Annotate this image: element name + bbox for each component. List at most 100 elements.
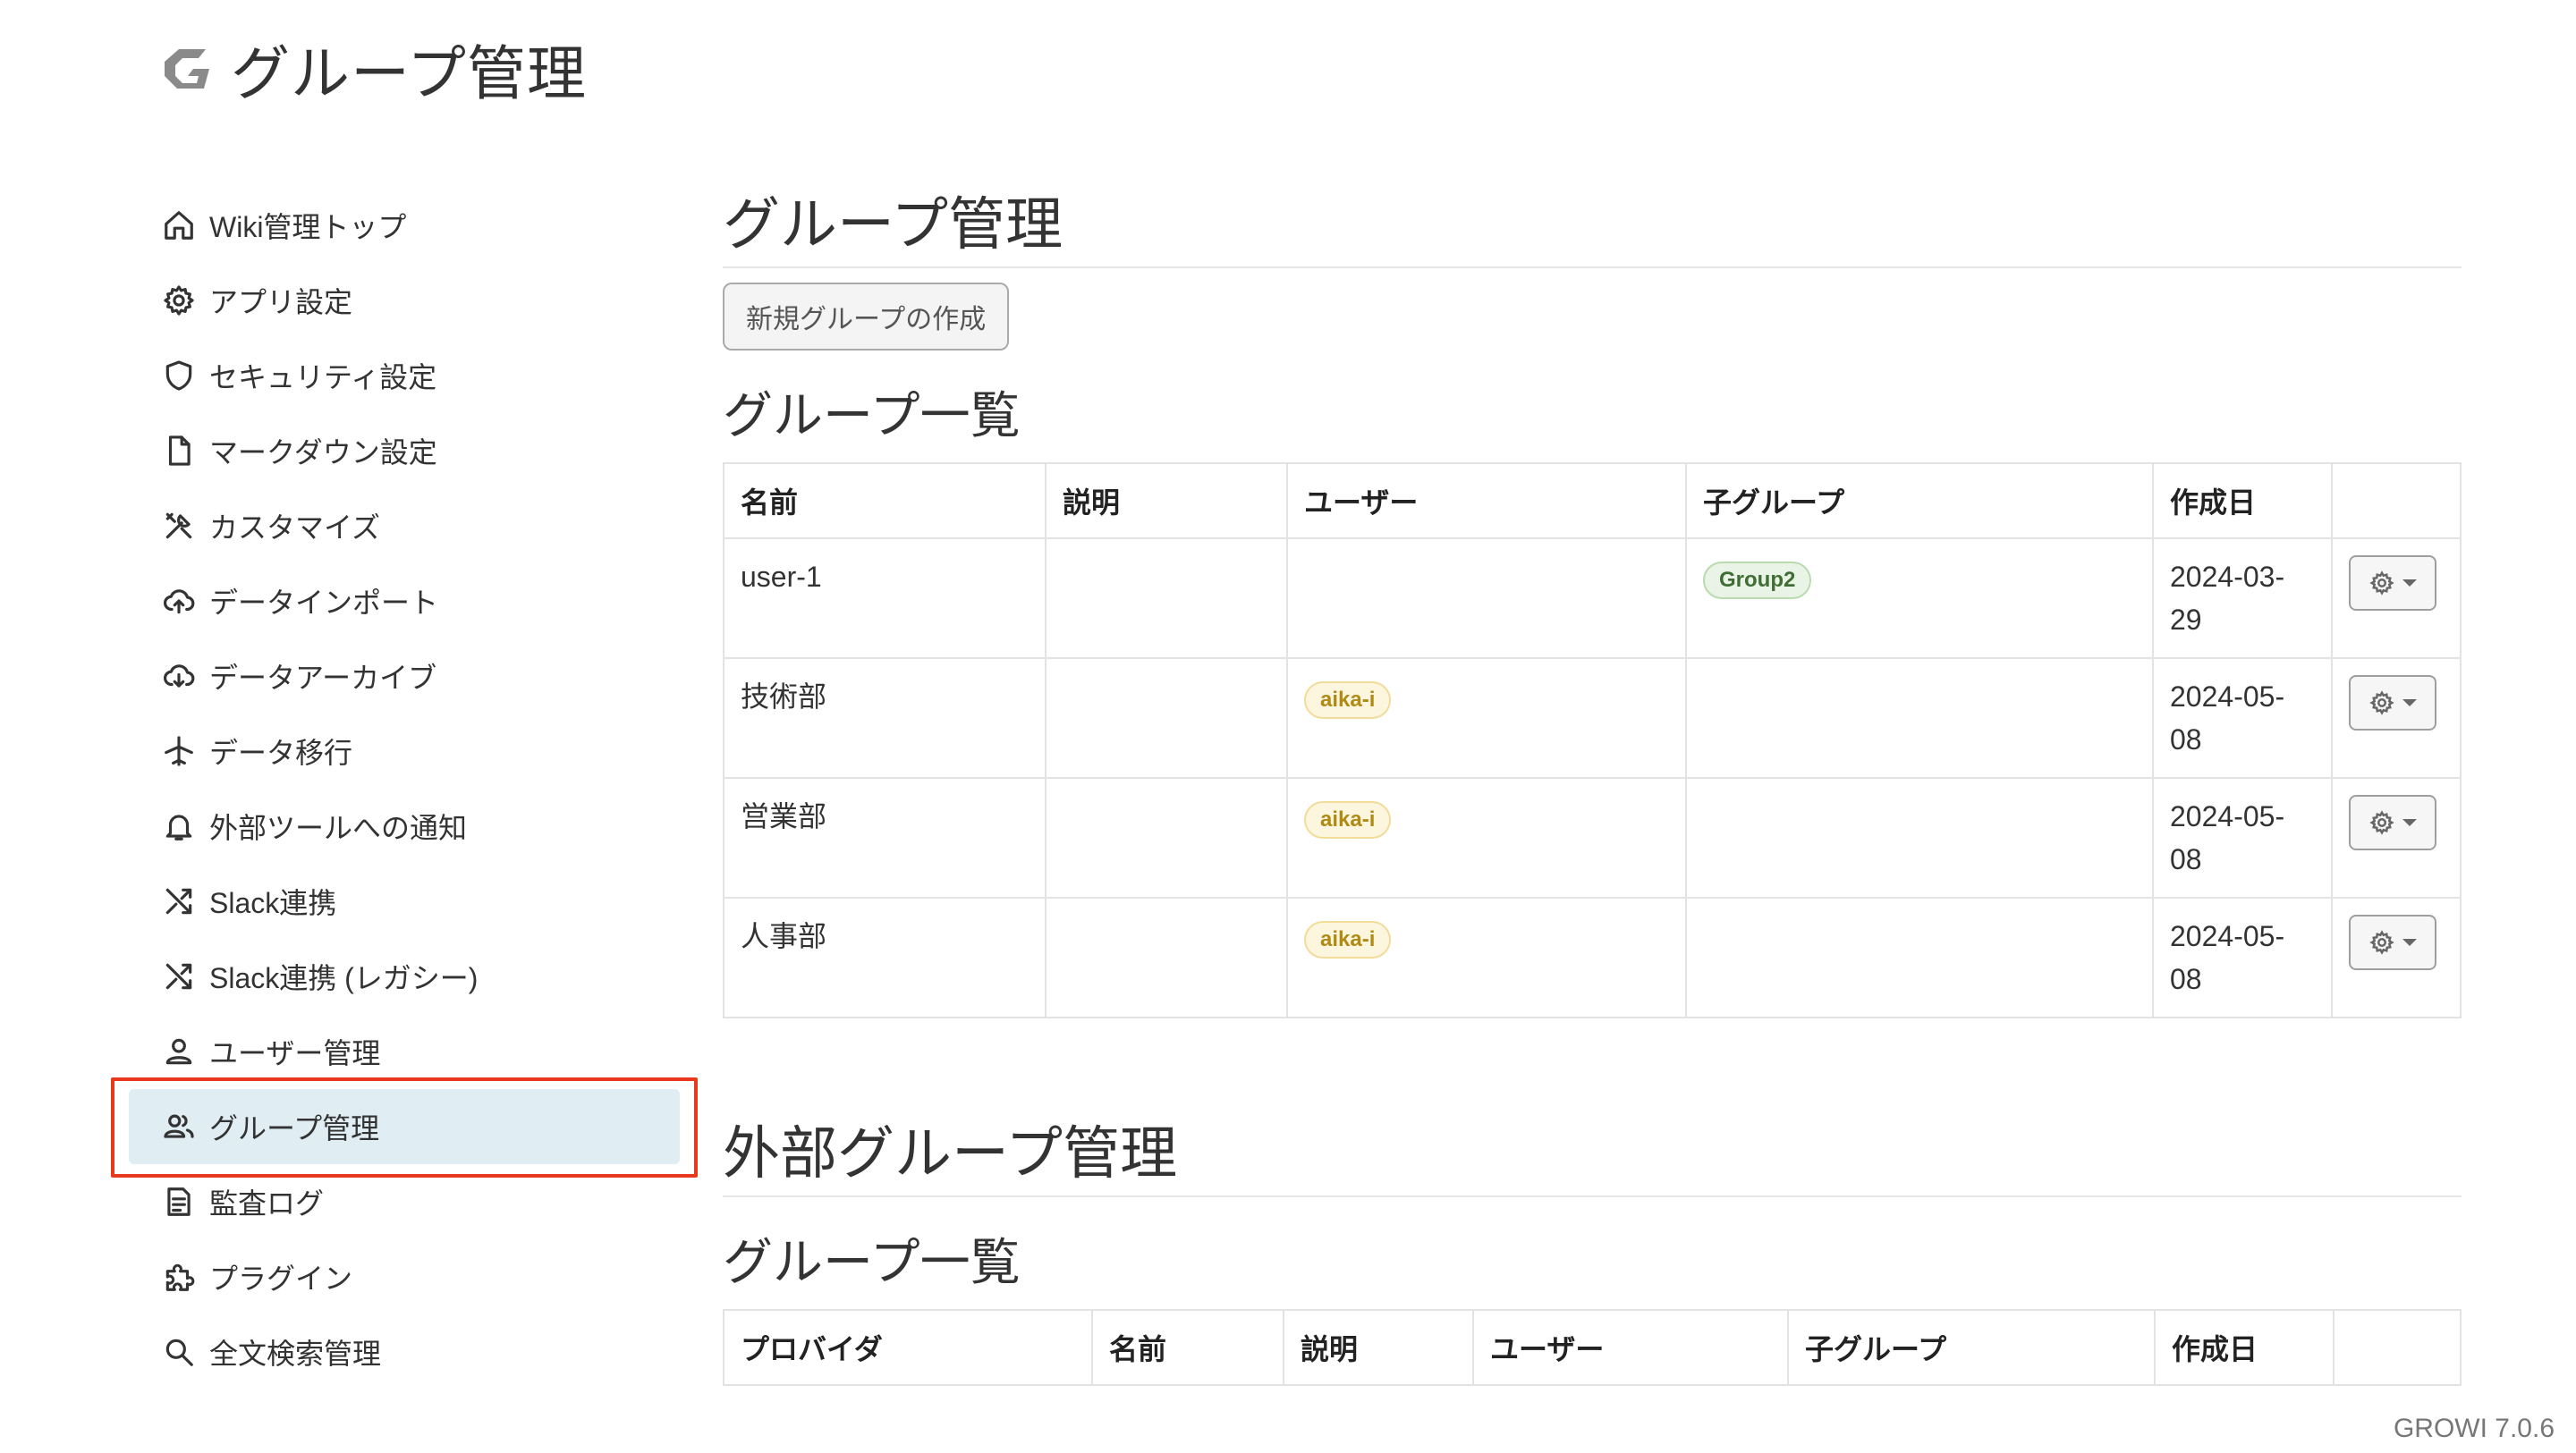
sidebar-item-label: カスタマイズ [209,511,381,544]
group-actions [2331,537,2462,659]
sidebar-item-label: データインポート [209,587,439,619]
shuffle-icon [161,883,197,919]
sidebar-item-label: ユーザー管理 [209,1037,381,1069]
caret-down-icon [2402,819,2417,826]
user-badge[interactable]: aika-i [1304,681,1392,719]
column-header-actions [2333,1309,2462,1386]
sidebar-item-wiki-top[interactable]: Wiki管理トップ [129,188,680,263]
external-group-list-title: グループ一覧 [723,1234,1021,1290]
shield-icon [161,358,197,393]
sidebar-item-label: 監査ログ [209,1187,325,1220]
group-name: 営業部 [723,777,1046,899]
table-row: 人事部 aika-i 2024-05- 08 [723,897,2462,1018]
sidebar-item-label: 外部ツールへの通知 [209,812,468,844]
sidebar-item-label: アプリ設定 [209,286,353,318]
child-group-badge[interactable]: Group2 [1703,562,1812,599]
table-header-row: プロバイダ 名前 説明 ユーザー 子グループ 作成日 [723,1309,2462,1386]
column-header-description: 説明 [1283,1309,1474,1386]
table-row: 技術部 aika-i 2024-05- 08 [723,657,2462,779]
group-description [1045,897,1288,1018]
group-users: aika-i [1286,777,1687,899]
sidebar-item-search-management[interactable]: 全文検索管理 [129,1314,680,1390]
group-settings-dropdown-button[interactable] [2349,915,2436,970]
sidebar-item-user-management[interactable]: ユーザー管理 [129,1014,680,1089]
sidebar-item-label: グループ管理 [209,1112,380,1145]
sidebar-item-label: Wiki管理トップ [209,211,407,243]
group-list-title: グループ一覧 [723,387,1021,444]
sidebar-item-label: プラグイン [209,1263,353,1295]
person-icon [161,1034,197,1069]
sidebar-item-security[interactable]: セキュリティ設定 [129,338,680,413]
column-header-created: 作成日 [2152,462,2333,539]
group-actions [2331,777,2462,899]
sidebar-item-audit-log[interactable]: 監査ログ [129,1164,680,1239]
sidebar-item-data-import[interactable]: データインポート [129,563,680,638]
sidebar-item-plugins[interactable]: プラグイン [129,1239,680,1314]
column-header-child-groups: 子グループ [1685,462,2154,539]
column-header-provider: プロバイダ [723,1309,1093,1386]
sidebar-item-notification[interactable]: 外部ツールへの通知 [129,789,680,864]
column-header-child-groups: 子グループ [1787,1309,2156,1386]
sidebar-item-label: 全文検索管理 [209,1338,382,1370]
group-table: 名前 説明 ユーザー 子グループ 作成日 user-1 Group2 2024-… [723,462,2462,1018]
file-icon [161,433,197,469]
bell-icon [161,808,197,844]
table-row: user-1 Group2 2024-03- 29 [723,537,2462,659]
sidebar-item-label: セキュリティ設定 [209,361,437,393]
sidebar-item-slack[interactable]: Slack連携 [129,864,680,939]
cloud-download-icon [161,658,197,694]
shuffle-icon [161,959,197,994]
sidebar-item-label: マークダウン設定 [209,436,437,469]
sidebar-item-label: Slack連携 (レガシー) [209,962,479,994]
sidebar-item-customize[interactable]: カスタマイズ [129,488,680,563]
sidebar-item-group-management[interactable]: グループ管理 [129,1089,680,1164]
sidebar-item-label: データアーカイブ [209,662,437,694]
growi-logo-icon [165,49,209,89]
home-icon [161,207,197,243]
app-title: グループ管理 [231,40,588,106]
column-header-description: 説明 [1045,462,1288,539]
column-header-users: ユーザー [1286,462,1687,539]
sidebar-item-slack-legacy[interactable]: Slack連携 (レガシー) [129,939,680,1014]
column-header-name: 名前 [1091,1309,1284,1386]
caret-down-icon [2402,579,2417,587]
group-created-date: 2024-05- 08 [2152,657,2333,779]
caret-down-icon [2402,939,2417,946]
gear-icon [2369,690,2394,715]
sidebar-item-markdown[interactable]: マークダウン設定 [129,413,680,488]
group-name: 人事部 [723,897,1046,1018]
sidebar-item-label: データ移行 [209,737,353,769]
sidebar-item-app-settings[interactable]: アプリ設定 [129,263,680,338]
group-name: user-1 [723,537,1046,659]
table-header-row: 名前 説明 ユーザー 子グループ 作成日 [723,462,2462,539]
tools-icon [161,508,197,544]
gear-icon [2369,930,2394,955]
group-settings-dropdown-button[interactable] [2349,795,2436,850]
group-actions [2331,897,2462,1018]
group-description [1045,777,1288,899]
document-icon [161,1184,197,1220]
group-settings-dropdown-button[interactable] [2349,675,2436,731]
create-group-button[interactable]: 新規グループの作成 [723,283,1010,351]
user-badge[interactable]: aika-i [1304,801,1392,839]
caret-down-icon [2402,699,2417,706]
external-group-table: プロバイダ 名前 説明 ユーザー 子グループ 作成日 [723,1309,2462,1386]
column-header-users: ユーザー [1472,1309,1789,1386]
page-header: グループ管理 [157,29,587,109]
group-settings-dropdown-button[interactable] [2349,555,2436,611]
column-header-actions [2331,462,2462,539]
version-label: GROWI 7.0.6 [2393,1414,2555,1443]
puzzle-icon [161,1259,197,1295]
column-header-created: 作成日 [2154,1309,2334,1386]
sidebar-item-data-archive[interactable]: データアーカイブ [129,638,680,714]
group-actions [2331,657,2462,779]
gear-icon [2369,810,2394,835]
people-icon [161,1109,197,1145]
external-group-section: 外部グループ管理 グループ一覧 プロバイダ 名前 説明 ユーザー 子グループ 作… [723,1108,2462,1386]
group-name: 技術部 [723,657,1046,779]
user-badge[interactable]: aika-i [1304,921,1392,959]
sidebar-item-data-migration[interactable]: データ移行 [129,714,680,789]
search-icon [161,1334,197,1370]
group-users: aika-i [1286,657,1687,779]
admin-sidebar: Wiki管理トップ アプリ設定 セキュリティ設定 マークダウン設定 カスタマイズ… [129,188,680,1390]
